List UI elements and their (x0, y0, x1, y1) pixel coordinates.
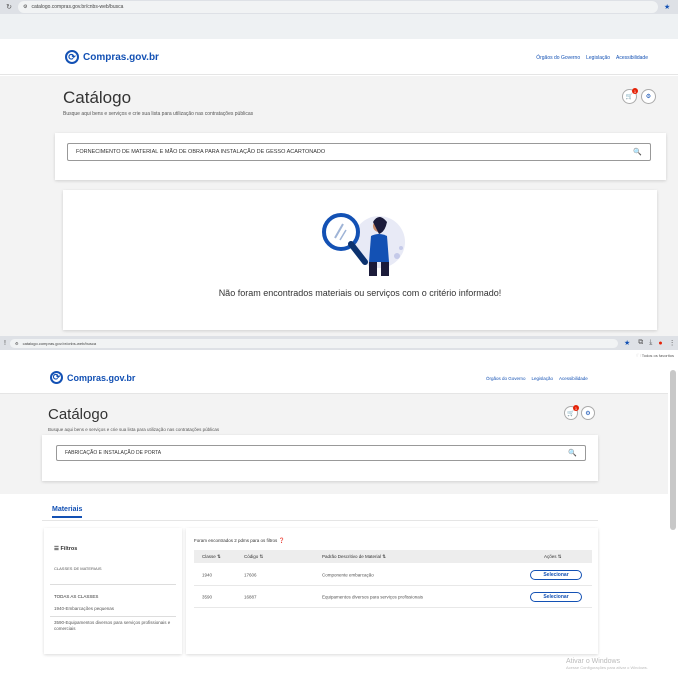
gear-icon: ⚙ (645, 94, 652, 100)
settings-button[interactable]: ⚙ (641, 89, 656, 104)
col-acoes[interactable]: Ações ⇅ (544, 554, 562, 560)
cart-button[interactable]: 🛒 1 (622, 88, 638, 104)
classes-label: CLASSES DE MATERIAIS (54, 566, 102, 571)
url-text: catalogo.compras.gov.br/cnbs-web/busca (31, 4, 124, 10)
page-title: Catálogo (48, 406, 109, 423)
site-logo[interactable]: ⟳ Compras.gov.br (65, 50, 159, 64)
page-title: Catálogo (63, 88, 132, 107)
menu-icon[interactable]: ⋮ (669, 339, 676, 347)
filter-class-1940[interactable]: 1940-Embarcações pequenas (54, 606, 114, 611)
nav-orgaos[interactable]: Órgãos do Governo (486, 376, 526, 381)
search-card: FABRICAÇÃO E INSTALAÇÃO DE PORTA 🔍 (42, 435, 598, 481)
empty-search-illustration (322, 213, 405, 276)
page-subtitle: Busque aqui bens e serviços e crie sua l… (48, 427, 220, 432)
page-scrollbar[interactable] (670, 370, 676, 530)
reload-icon[interactable]: ↻ (4, 3, 14, 11)
nav-legislacao[interactable]: Legislação (586, 55, 610, 61)
empty-results-message: Não foram encontrados materiais ou servi… (218, 288, 502, 298)
cart-button[interactable]: 🛒 1 (564, 405, 579, 420)
col-codigo[interactable]: Código ⇅ (244, 554, 263, 560)
table-row: 3590 16887 Equipamentos diversos para se… (194, 586, 592, 608)
nav-acessibilidade[interactable]: Acessibilidade (616, 55, 648, 61)
cart-icon: 🛒 (625, 94, 634, 100)
site-info-icon[interactable]: ⚙ (15, 341, 19, 346)
filter-icon: ☰ (54, 546, 59, 552)
results-summary: Foram encontrados 2 pdms para os filtros… (194, 538, 285, 544)
search-icon[interactable]: 🔍 (568, 449, 577, 457)
search-icon[interactable]: 🔍 (633, 148, 642, 156)
search-input[interactable]: FABRICAÇÃO E INSTALAÇÃO DE PORTA 🔍 (56, 445, 586, 461)
search-input-value: FORNECIMENTO DE MATERIAL E MÃO DE OBRA P… (76, 149, 326, 155)
site-header-top: ⟳ Compras.gov.br Órgãos do Governo Legis… (0, 39, 678, 75)
cart-badge: 1 (632, 88, 638, 94)
gear-icon: ⚙ (585, 410, 591, 417)
address-bar[interactable]: ⚙ catalogo.compras.gov.br/cnbs-web/busca (18, 1, 658, 13)
results-area: Materiais ☰ Filtros CLASSES DE MATERIAIS… (0, 494, 668, 689)
select-button[interactable]: Selecionar (530, 569, 582, 580)
extensions-icon[interactable]: ⧉ (638, 339, 643, 347)
tab-strip-top (0, 14, 678, 39)
filters-divider (50, 584, 176, 585)
watermark-subtitle: Acesse Configurações para ativar o Windo… (566, 665, 648, 670)
all-bookmarks-label: Todos os favoritos (641, 353, 674, 358)
cell-classe: 3590 (202, 594, 213, 599)
header-nav: Órgãos do Governo Legislação Acessibilid… (536, 55, 648, 61)
url-text: catalogo.compras.gov.br/cnbs-web/busca (22, 340, 97, 346)
results-count-text: Foram encontrados 2 pdms para os filtros (194, 538, 278, 543)
filter-all-classes[interactable]: TODAS AS CLASSES (54, 594, 98, 599)
content-area-bottom: Catálogo Busque aqui bens e serviços e c… (0, 394, 668, 494)
logo-icon: ⟳ (50, 371, 63, 384)
search-input-value: FABRICAÇÃO E INSTALAÇÃO DE PORTA (65, 450, 162, 456)
nav-orgaos[interactable]: Órgãos do Governo (536, 55, 580, 61)
cell-classe: 1940 (202, 572, 213, 577)
help-icon[interactable]: ❓ (279, 538, 285, 544)
header-nav: Órgãos do Governo Legislação Acessibilid… (486, 376, 588, 381)
table-row: 1940 17606 Componente embarcação Selecio… (194, 564, 592, 586)
table-header: Classe ⇅ Código ⇅ Padrão Descritivo de M… (194, 550, 592, 563)
bookmark-star-icon[interactable]: ★ (624, 339, 630, 347)
tab-materiais[interactable]: Materiais (52, 506, 83, 518)
reload-icon[interactable]: ! (2, 340, 8, 347)
tab-divider (42, 520, 598, 521)
filter-class-3590[interactable]: 3590-Equipamentos diversos para serviços… (54, 620, 172, 632)
filters-panel: ☰ Filtros CLASSES DE MATERIAIS TODAS AS … (44, 528, 182, 654)
logo-text: Compras.gov.br (83, 51, 159, 63)
filters-divider (50, 616, 176, 617)
cell-descricao: Componente embarcação (322, 572, 374, 577)
col-classe[interactable]: Classe ⇅ (202, 554, 221, 560)
address-bar[interactable]: ⚙ catalogo.compras.gov.br/cnbs-web/busca (10, 338, 618, 348)
site-logo[interactable]: ⟳ Compras.gov.br (50, 371, 135, 384)
results-table-panel: Foram encontrados 2 pdms para os filtros… (186, 528, 598, 654)
logo-text: Compras.gov.br (67, 372, 136, 383)
content-area-top: Catálogo Busque aqui bens e serviços e c… (0, 76, 678, 336)
profile-icon[interactable]: ● (658, 340, 662, 347)
search-input[interactable]: FORNECIMENTO DE MATERIAL E MÃO DE OBRA P… (67, 143, 651, 161)
cart-badge: 1 (573, 405, 579, 411)
folder-icon: 🗀 (636, 353, 641, 358)
select-button[interactable]: Selecionar (530, 591, 582, 602)
all-bookmarks[interactable]: 🗀 Todos os favoritos (637, 353, 674, 360)
cell-codigo: 17606 (244, 572, 257, 577)
cell-descricao: Equipamentos diversos para serviços prof… (322, 594, 424, 599)
download-icon[interactable]: ⤓ (649, 339, 652, 347)
browser-toolbar-top: ↻ ⚙ catalogo.compras.gov.br/cnbs-web/bus… (0, 0, 678, 14)
nav-acessibilidade[interactable]: Acessibilidade (559, 376, 588, 381)
site-header-bottom: ⟳ Compras.gov.br Órgãos do Governo Legis… (0, 362, 668, 394)
site-info-icon[interactable]: ⚙ (23, 4, 27, 10)
windows-watermark: Ativar o Windows Acesse Configurações pa… (566, 658, 648, 670)
cell-codigo: 16887 (244, 594, 257, 599)
logo-icon: ⟳ (65, 50, 79, 64)
bookmark-star-icon[interactable]: ★ (664, 3, 670, 11)
nav-legislacao[interactable]: Legislação (532, 376, 554, 381)
watermark-title: Ativar o Windows (566, 658, 621, 665)
filters-heading: ☰ Filtros (54, 546, 77, 552)
browser-toolbar-bottom: ! ⚙ catalogo.compras.gov.br/cnbs-web/bus… (0, 336, 678, 350)
page-subtitle: Busque aqui bens e serviços e crie sua l… (63, 111, 254, 117)
bookmarks-bar: 🗀 Todos os favoritos (0, 350, 678, 362)
empty-results-card: Não foram encontrados materiais ou servi… (63, 190, 657, 330)
col-descricao[interactable]: Padrão Descritivo de Material ⇅ (322, 554, 386, 560)
filters-title: Filtros (60, 546, 78, 552)
search-card: FORNECIMENTO DE MATERIAL E MÃO DE OBRA P… (55, 133, 666, 180)
settings-button[interactable]: ⚙ (581, 406, 595, 420)
